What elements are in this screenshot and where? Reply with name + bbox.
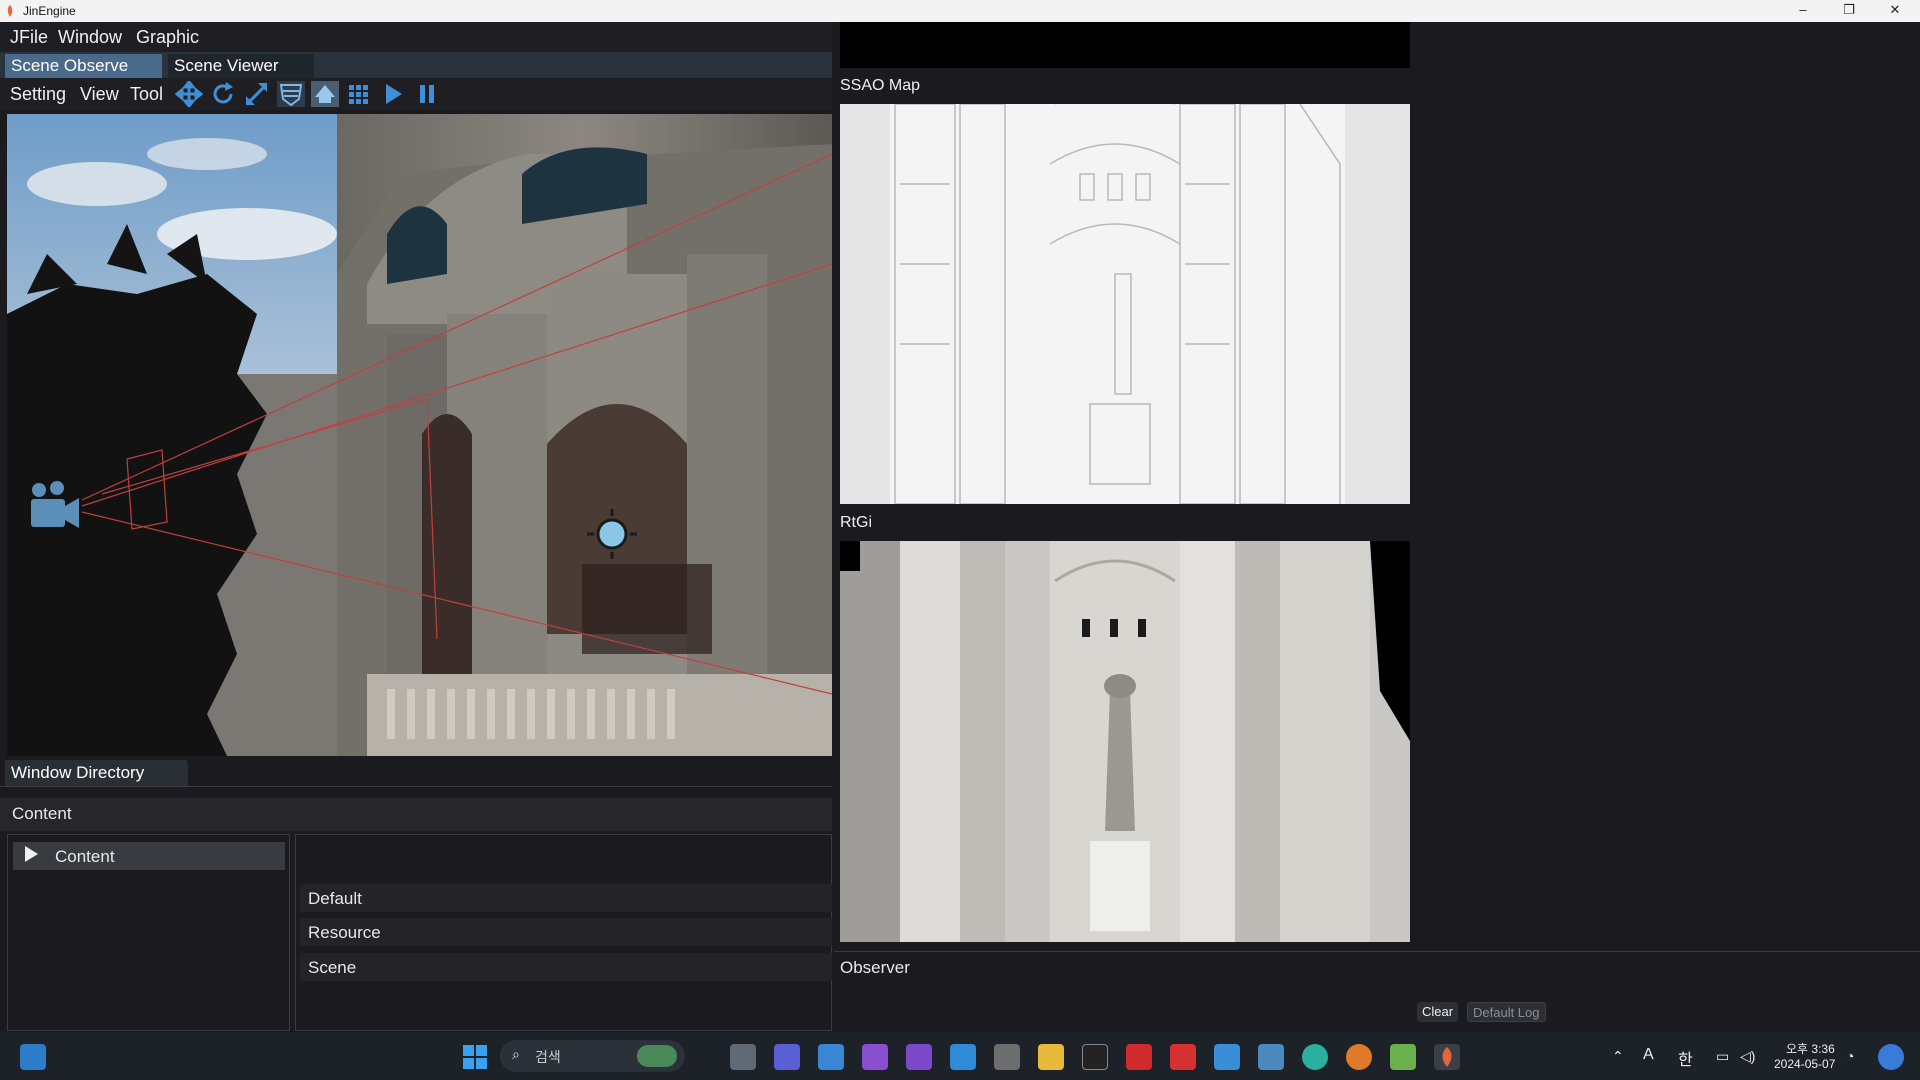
app-root: JinEngine – ❐ ✕ JFile Window Graphic Sce…	[0, 0, 1920, 1080]
volume-icon[interactable]: ◁)	[1740, 1048, 1755, 1065]
store-icon[interactable]	[818, 1044, 844, 1070]
rtgi-image	[840, 541, 1410, 942]
ssao-map-label: SSAO Map	[840, 77, 921, 94]
notepad-icon[interactable]	[1214, 1044, 1240, 1070]
search-icon: ⌕	[512, 1046, 520, 1062]
play-icon[interactable]	[379, 81, 407, 107]
tab-window-directory[interactable]: Window Directory	[5, 760, 188, 786]
search-highlight-icon	[637, 1045, 677, 1067]
network-icon[interactable]: ▭	[1716, 1048, 1729, 1065]
shield-icon[interactable]	[277, 81, 305, 107]
close-button[interactable]: ✕	[1872, 0, 1918, 22]
chat-icon[interactable]	[774, 1044, 800, 1070]
scale-icon[interactable]	[243, 81, 271, 107]
menu-jfile[interactable]: JFile	[10, 27, 48, 48]
expand-arrow-icon[interactable]	[25, 846, 38, 862]
tab-scene-observe[interactable]: Scene Observe	[5, 54, 162, 78]
default-log-tab[interactable]: Default Log	[1467, 1002, 1546, 1022]
photos-icon[interactable]	[1258, 1044, 1284, 1070]
menu-view[interactable]: View	[80, 84, 119, 105]
task-view-icon[interactable]	[730, 1044, 756, 1070]
list-item-default[interactable]: Default	[300, 884, 832, 912]
scene-tab-bar: Scene Observe Scene Viewer	[0, 52, 832, 78]
move-icon[interactable]	[174, 79, 204, 109]
top-preview	[840, 22, 1410, 68]
widgets-icon[interactable]	[20, 1044, 46, 1070]
notification-icon[interactable]: ◔	[1846, 1048, 1854, 1064]
observer-bar: Observer	[834, 951, 1920, 985]
amd-icon[interactable]	[1126, 1044, 1152, 1070]
clear-log-button[interactable]: Clear	[1417, 1002, 1459, 1022]
file-explorer-icon[interactable]	[1038, 1044, 1064, 1070]
menu-window[interactable]: Window	[58, 27, 122, 48]
minimize-button[interactable]: –	[1780, 0, 1826, 22]
copilot-icon[interactable]	[1878, 1044, 1904, 1070]
grid-icon[interactable]	[345, 81, 373, 107]
tab-scene-viewer[interactable]: Scene Viewer	[168, 54, 314, 78]
edge-icon[interactable]	[1302, 1044, 1328, 1070]
visual-studio-2-icon[interactable]	[906, 1044, 932, 1070]
blender-icon[interactable]	[1346, 1044, 1372, 1070]
tree-item-label: Content	[55, 847, 115, 866]
tree-item-content[interactable]: Content	[13, 842, 285, 870]
scene-viewport[interactable]	[7, 114, 832, 756]
epic-games-icon[interactable]	[1082, 1044, 1108, 1070]
jinengine-taskbar-icon[interactable]	[1434, 1044, 1460, 1070]
scene-render	[7, 114, 832, 756]
vscode-icon[interactable]	[950, 1044, 976, 1070]
rtgi-label: RtGi	[840, 514, 872, 531]
menu-tool[interactable]: Tool	[130, 84, 163, 105]
flash-icon[interactable]	[1170, 1044, 1196, 1070]
ime-mode-han[interactable]: 한	[1678, 1046, 1693, 1070]
content-header: Content	[0, 798, 832, 831]
scene-toolbar: Setting View Tool	[0, 78, 832, 110]
start-icon[interactable]	[462, 1044, 488, 1070]
nvidia-icon[interactable]	[1390, 1044, 1416, 1070]
app-icon	[5, 4, 15, 18]
search-placeholder: 검색	[535, 1049, 561, 1065]
clock-date[interactable]: 2024-05-07	[1774, 1057, 1835, 1071]
database-icon[interactable]	[994, 1044, 1020, 1070]
visual-studio-icon[interactable]	[862, 1044, 888, 1070]
ssao-map-image	[840, 104, 1410, 504]
maximize-button[interactable]: ❐	[1826, 0, 1872, 22]
pause-icon[interactable]	[413, 81, 441, 107]
rotate-icon[interactable]	[209, 81, 237, 107]
clock-time[interactable]: 오후 3:36	[1786, 1040, 1835, 1057]
home-icon[interactable]	[311, 81, 339, 107]
window-title: JinEngine	[23, 4, 76, 18]
taskbar-search[interactable]: ⌕ 검색	[500, 1040, 685, 1072]
menu-bar: JFile Window Graphic	[0, 22, 832, 52]
tray-expand-icon[interactable]: ⌃	[1612, 1048, 1624, 1065]
ime-mode-a[interactable]: A	[1643, 1046, 1654, 1064]
list-item-resource[interactable]: Resource	[300, 918, 832, 946]
title-bar: JinEngine – ❐ ✕	[0, 0, 1920, 22]
menu-graphic[interactable]: Graphic	[136, 27, 199, 48]
list-item-scene[interactable]: Scene	[300, 953, 832, 981]
menu-setting[interactable]: Setting	[10, 84, 66, 105]
